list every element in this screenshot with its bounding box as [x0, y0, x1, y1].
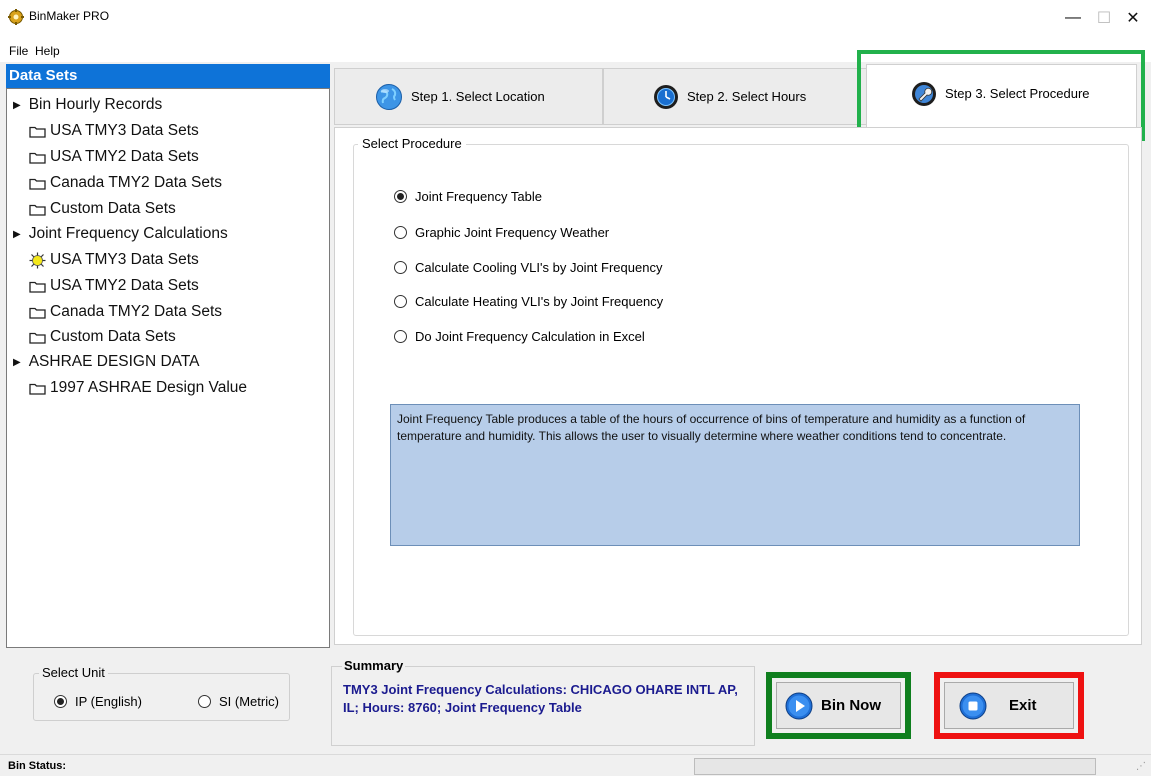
exit-button[interactable]: Exit — [944, 682, 1074, 729]
menu-file[interactable]: File — [9, 44, 28, 58]
bin-status-label: Bin Status: — [8, 760, 67, 772]
tree-label: Canada TMY2 Data Sets — [50, 174, 223, 191]
folder-icon — [29, 178, 46, 190]
radio-label: Calculate Heating VLI's by Joint Frequen… — [415, 294, 664, 309]
tree-label: Canada TMY2 Data Sets — [50, 303, 223, 320]
title-bar: BinMaker PRO — ☐ ✕ — [0, 0, 1151, 40]
radio-unit-si[interactable]: SI (Metric) — [198, 694, 279, 709]
radio-cooling-vli[interactable]: Calculate Cooling VLI's by Joint Frequen… — [394, 260, 662, 275]
tab-label: Step 3. Select Procedure — [945, 86, 1090, 101]
expand-caret-icon[interactable]: ▶ — [13, 357, 21, 368]
radio-label: Do Joint Frequency Calculation in Excel — [415, 329, 645, 344]
summary-text: TMY3 Joint Frequency Calculations: CHICA… — [343, 682, 738, 715]
tree-label: Custom Data Sets — [50, 328, 176, 345]
procedure-group: Select Procedure Joint Frequency Table G… — [353, 136, 1129, 636]
tree-label: Bin Hourly Records — [28, 96, 163, 113]
radio-button[interactable] — [198, 695, 211, 708]
tree-item-custom-joint[interactable]: Custom Data Sets — [29, 325, 176, 349]
tree-group-joint-frequency[interactable]: ▶ Joint Frequency Calculations — [13, 222, 228, 246]
close-button[interactable]: ✕ — [1115, 6, 1151, 30]
tree-group-ashrae[interactable]: ▶ ASHRAE DESIGN DATA — [13, 350, 200, 374]
step-tabs: Step 1. Select Location Step 2. Select H… — [334, 64, 1142, 128]
tree-group-bin-hourly[interactable]: ▶ Bin Hourly Records — [13, 93, 162, 117]
expand-caret-icon[interactable]: ▶ — [13, 100, 21, 111]
radio-graphic-joint-frequency[interactable]: Graphic Joint Frequency Weather — [394, 225, 609, 240]
folder-icon — [29, 307, 46, 319]
tree-item-usa-tmy2-joint[interactable]: USA TMY2 Data Sets — [29, 274, 199, 298]
bin-now-label: Bin Now — [821, 697, 881, 714]
play-icon — [785, 692, 813, 719]
data-sets-header: Data Sets — [6, 64, 330, 88]
globe-icon — [376, 83, 402, 110]
folder-icon — [29, 204, 46, 216]
tree-item-custom-bin[interactable]: Custom Data Sets — [29, 197, 176, 221]
bin-now-button[interactable]: Bin Now — [776, 682, 901, 729]
tree-label: USA TMY2 Data Sets — [50, 277, 199, 294]
procedure-panel: Select Procedure Joint Frequency Table G… — [334, 127, 1142, 645]
procedure-description: Joint Frequency Table produces a table o… — [390, 404, 1080, 546]
group-title: Select Procedure — [358, 136, 466, 151]
tree-item-usa-tmy3-joint-selected[interactable]: USA TMY3 Data Sets — [29, 248, 199, 272]
tree-item-usa-tmy3-bin[interactable]: USA TMY3 Data Sets — [29, 119, 199, 143]
expand-caret-icon[interactable]: ▶ — [13, 229, 21, 240]
tree-label: Joint Frequency Calculations — [28, 225, 228, 242]
tree-label: USA TMY2 Data Sets — [50, 148, 199, 165]
summary-box: Summary TMY3 Joint Frequency Calculation… — [331, 658, 755, 746]
radio-button[interactable] — [394, 295, 407, 308]
menu-bar: File Help — [0, 40, 1151, 62]
clock-icon — [654, 84, 678, 109]
highlight-box-bin-now: Bin Now — [766, 672, 911, 739]
radio-joint-frequency-table[interactable]: Joint Frequency Table — [394, 189, 542, 204]
radio-heating-vli[interactable]: Calculate Heating VLI's by Joint Frequen… — [394, 294, 663, 309]
radio-label: Graphic Joint Frequency Weather — [415, 225, 610, 240]
folder-icon — [29, 332, 46, 344]
window-title: BinMaker PRO — [29, 9, 110, 23]
tree-label: ASHRAE DESIGN DATA — [28, 353, 200, 370]
folder-icon — [29, 152, 46, 164]
radio-button[interactable] — [394, 330, 407, 343]
folder-icon — [29, 126, 46, 138]
highlight-box-exit: Exit — [934, 672, 1084, 739]
gear-app-icon — [8, 9, 24, 25]
tree-item-ashrae-1997[interactable]: 1997 ASHRAE Design Value — [29, 376, 247, 400]
unit-group: Select Unit IP (English) SI (Metric) — [33, 665, 290, 721]
radio-label: SI (Metric) — [219, 694, 279, 709]
resize-grip-icon[interactable]: ⋰ — [1136, 761, 1146, 772]
radio-excel-calculation[interactable]: Do Joint Frequency Calculation in Excel — [394, 329, 645, 344]
radio-label: Joint Frequency Table — [415, 189, 542, 204]
stop-icon — [959, 692, 987, 719]
tab-select-procedure[interactable]: Step 3. Select Procedure — [866, 64, 1137, 128]
radio-button[interactable] — [394, 261, 407, 274]
tab-select-hours[interactable]: Step 2. Select Hours — [603, 68, 869, 125]
data-sets-tree[interactable]: ▶ Bin Hourly Records USA TMY3 Data Sets … — [6, 88, 330, 648]
unit-group-title: Select Unit — [39, 665, 108, 680]
progress-bar — [694, 758, 1096, 775]
radio-button[interactable] — [394, 226, 407, 239]
radio-button-checked[interactable] — [54, 695, 67, 708]
tree-item-canada-tmy2-bin[interactable]: Canada TMY2 Data Sets — [29, 171, 222, 195]
status-bar: Bin Status: ⋰ — [0, 754, 1151, 776]
tab-label: Step 1. Select Location — [411, 89, 545, 104]
radio-label: Calculate Cooling VLI's by Joint Frequen… — [415, 260, 663, 275]
folder-icon — [29, 281, 46, 293]
tab-label: Step 2. Select Hours — [687, 89, 807, 104]
summary-title: Summary — [342, 658, 406, 673]
wrench-icon — [912, 81, 936, 106]
folder-icon — [29, 383, 46, 395]
sun-icon — [29, 252, 46, 268]
tree-label: USA TMY3 Data Sets — [50, 122, 199, 139]
radio-button-checked[interactable] — [394, 190, 407, 203]
radio-label: IP (English) — [75, 694, 142, 709]
tree-label: Custom Data Sets — [50, 200, 176, 217]
menu-help[interactable]: Help — [35, 44, 60, 58]
tree-item-usa-tmy2-bin[interactable]: USA TMY2 Data Sets — [29, 145, 199, 169]
tab-select-location[interactable]: Step 1. Select Location — [334, 68, 603, 125]
tree-label: 1997 ASHRAE Design Value — [50, 379, 248, 396]
tree-label: USA TMY3 Data Sets — [50, 251, 199, 268]
tree-item-canada-tmy2-joint[interactable]: Canada TMY2 Data Sets — [29, 300, 222, 324]
exit-label: Exit — [1009, 697, 1037, 714]
radio-unit-ip[interactable]: IP (English) — [54, 694, 142, 709]
